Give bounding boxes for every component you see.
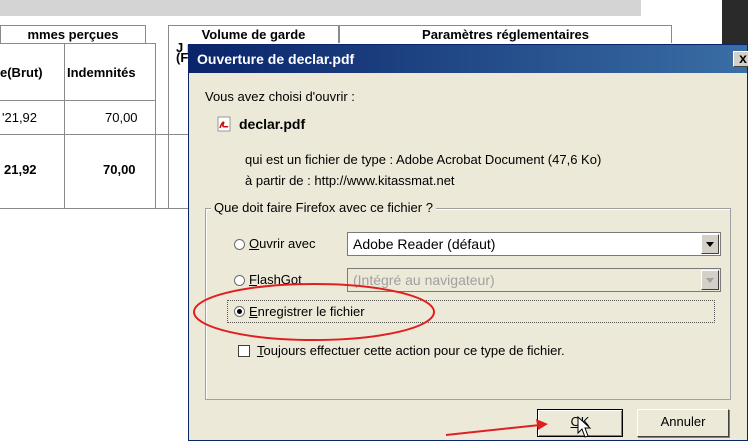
mouse-cursor-icon [577,415,592,438]
annotation-ellipse [193,283,435,341]
annotation-arrow [445,424,541,436]
annotation-arrowhead [536,419,548,430]
annotation-layer [193,283,592,438]
